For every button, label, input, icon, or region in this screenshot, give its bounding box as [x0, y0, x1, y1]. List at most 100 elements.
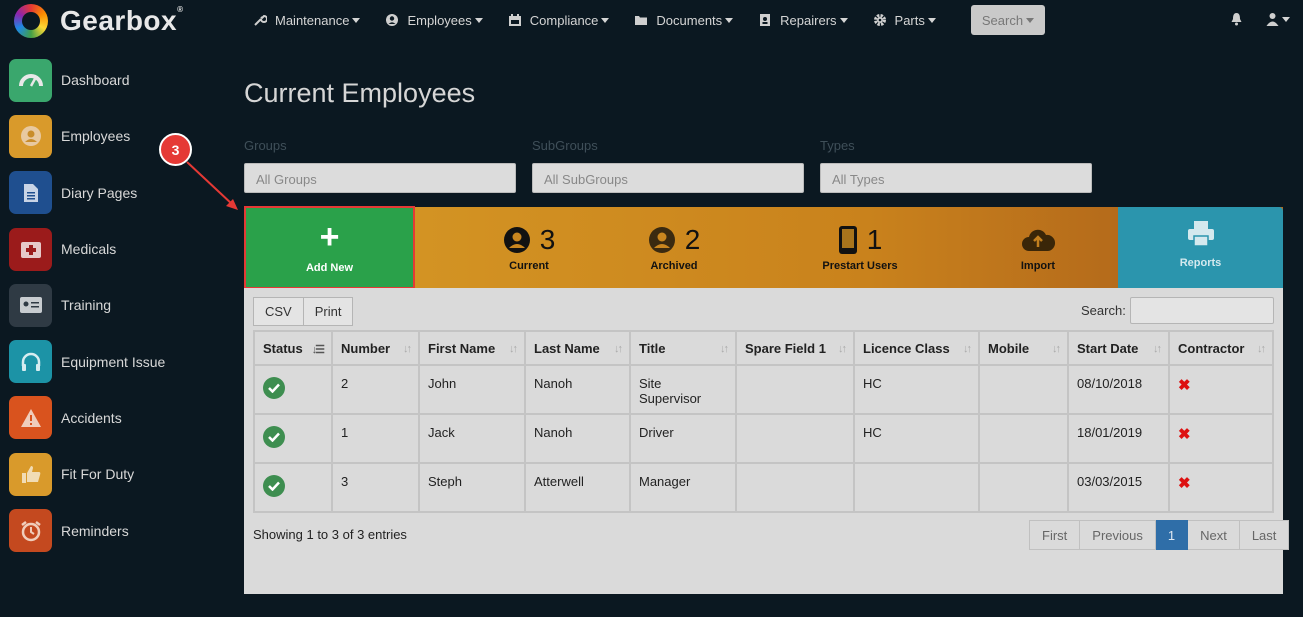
print-button[interactable]: Print — [303, 297, 354, 326]
global-search-button[interactable]: Search — [971, 5, 1045, 35]
nav-employees[interactable]: Employees — [385, 12, 483, 28]
annotation-arrow — [186, 161, 238, 210]
col-first-name[interactable]: First Name ↓↑ — [418, 330, 526, 366]
nav-maintenance[interactable]: Maintenance — [253, 12, 361, 28]
address-book-icon — [760, 14, 771, 26]
prestart-count: 1 — [866, 224, 883, 255]
id-card-icon — [9, 283, 52, 327]
types-label: Types — [820, 138, 855, 153]
table-row[interactable]: 1 Jack Nanoh Driver HC 18/01/2019 ✖ — [253, 413, 1274, 464]
contractor-cell: ✖ — [1168, 462, 1274, 513]
spare-field-cell — [735, 413, 855, 464]
col-status[interactable]: Status ↓☰ — [253, 330, 333, 366]
sidebar-item-label: Medicals — [61, 241, 117, 258]
caret-down-icon — [725, 17, 734, 23]
status-cell — [253, 364, 333, 415]
bell-icon[interactable] — [1230, 12, 1243, 26]
nav-compliance[interactable]: Compliance — [508, 13, 610, 28]
archived-count: 2 — [684, 224, 701, 255]
user-menu[interactable] — [1266, 12, 1290, 26]
sort-icon: ↓↑ — [1153, 343, 1162, 355]
caret-down-icon — [352, 17, 361, 23]
table-row[interactable]: 2 John Nanoh Site Supervisor HC 08/10/20… — [253, 364, 1274, 415]
current-count: 3 — [539, 224, 556, 255]
user-circle-icon — [386, 14, 399, 26]
medical-kit-icon — [9, 227, 52, 271]
contractor-cell: ✖ — [1168, 364, 1274, 415]
sort-icon: ↓↑ — [614, 343, 623, 355]
sidebar-item-label: Fit For Duty — [61, 466, 135, 483]
start-date-cell: 18/01/2019 — [1067, 413, 1170, 464]
col-last-name[interactable]: Last Name ↓↑ — [524, 330, 631, 366]
col-title[interactable]: Title ↓↑ — [629, 330, 737, 366]
start-date-cell: 08/10/2018 — [1067, 364, 1170, 415]
nav-label: Maintenance — [275, 12, 350, 28]
page-previous-button[interactable]: Previous — [1080, 520, 1156, 550]
archived-label: Archived — [650, 260, 698, 272]
page-last-button[interactable]: Last — [1239, 520, 1290, 550]
csv-button[interactable]: CSV — [253, 297, 304, 326]
employees-table-panel: CSV Print Search: Status ↓☰ Number ↓↑ Firs… — [244, 288, 1290, 594]
spare-field-cell — [735, 462, 855, 513]
first-name-cell: John — [418, 364, 526, 415]
reports-button[interactable]: Reports — [1118, 207, 1283, 288]
table-row[interactable]: 3 Steph Atterwell Manager 03/03/2015 ✖ — [253, 462, 1274, 513]
nav-label: Documents — [656, 12, 723, 28]
title-cell: Manager — [629, 462, 737, 513]
gear-icon — [873, 14, 886, 26]
cloud-upload-icon — [1022, 229, 1056, 251]
nav-label: Repairers — [780, 12, 837, 28]
col-mobile[interactable]: Mobile ↓↑ — [978, 330, 1069, 366]
page-first-button[interactable]: First — [1029, 520, 1081, 550]
last-name-cell: Atterwell — [524, 462, 631, 513]
licence-class-cell: HC — [853, 364, 980, 415]
page-title: Current Employees — [244, 78, 476, 108]
nav-label: Employees — [407, 12, 472, 28]
sidebar-item-training[interactable]: Training — [0, 277, 240, 333]
nav-label: Parts — [894, 12, 925, 28]
check-circle-icon — [263, 475, 285, 497]
sidebar-item-label: Training — [61, 297, 112, 314]
sidebar-item-equipment-issue[interactable]: Equipment Issue — [0, 333, 240, 389]
col-start-date[interactable]: Start Date ↓↑ — [1067, 330, 1170, 366]
first-name-cell: Jack — [418, 413, 526, 464]
current-count-tile[interactable]: 3 Current — [464, 207, 594, 288]
last-name-cell: Nanoh — [524, 413, 631, 464]
table-search-label: Search: — [1081, 303, 1126, 318]
plus-icon: + — [319, 218, 340, 256]
import-tile[interactable]: Import — [988, 207, 1088, 288]
types-select[interactable]: All Types — [820, 163, 1092, 193]
warning-icon — [9, 396, 52, 440]
subgroups-select[interactable]: All SubGroups — [532, 163, 804, 193]
sort-icon: ↓↑ — [720, 343, 729, 355]
col-contractor[interactable]: Contractor ↓↑ — [1168, 330, 1274, 366]
archived-count-tile[interactable]: 2 Archived — [609, 207, 739, 288]
alarm-clock-icon — [9, 509, 52, 553]
sort-icon: ↓↑ — [1257, 343, 1266, 355]
sort-icon: ↓☰ — [311, 344, 325, 356]
sidebar-item-accidents[interactable]: Accidents — [0, 390, 240, 446]
sidebar-item-reminders[interactable]: Reminders — [0, 502, 240, 558]
page-next-button[interactable]: Next — [1188, 520, 1240, 550]
page-current-button[interactable]: 1 — [1155, 520, 1189, 550]
caret-down-icon — [1282, 16, 1290, 22]
sidebar-item-fit-for-duty[interactable]: Fit For Duty — [0, 446, 240, 502]
col-spare-field-1[interactable]: Spare Field 1 ↓↑ — [735, 330, 855, 366]
table-search-input[interactable] — [1130, 297, 1274, 324]
nav-repairers[interactable]: Repairers — [758, 12, 848, 28]
mobile-cell — [978, 413, 1069, 464]
prestart-users-tile[interactable]: 1 Prestart Users — [790, 207, 930, 288]
sort-icon: ↓↑ — [838, 343, 847, 355]
col-licence-class[interactable]: Licence Class ↓↑ — [853, 330, 980, 366]
pagination: First Previous 1 Next Last — [1029, 520, 1290, 550]
col-number[interactable]: Number ↓↑ — [331, 330, 420, 366]
groups-select[interactable]: All Groups — [244, 163, 516, 193]
number-cell: 2 — [331, 364, 420, 415]
table-header-row: Status ↓☰ Number ↓↑ First Name ↓↑ Last Name… — [253, 330, 1274, 366]
add-new-employee-button[interactable]: + Add New — [244, 206, 415, 289]
sidebar-item-medicals[interactable]: Medicals — [0, 221, 240, 277]
sidebar-item-label: Reminders — [61, 522, 129, 539]
nav-documents[interactable]: Documents — [634, 12, 734, 28]
nav-parts[interactable]: Parts — [873, 13, 936, 28]
number-cell: 1 — [331, 413, 420, 464]
